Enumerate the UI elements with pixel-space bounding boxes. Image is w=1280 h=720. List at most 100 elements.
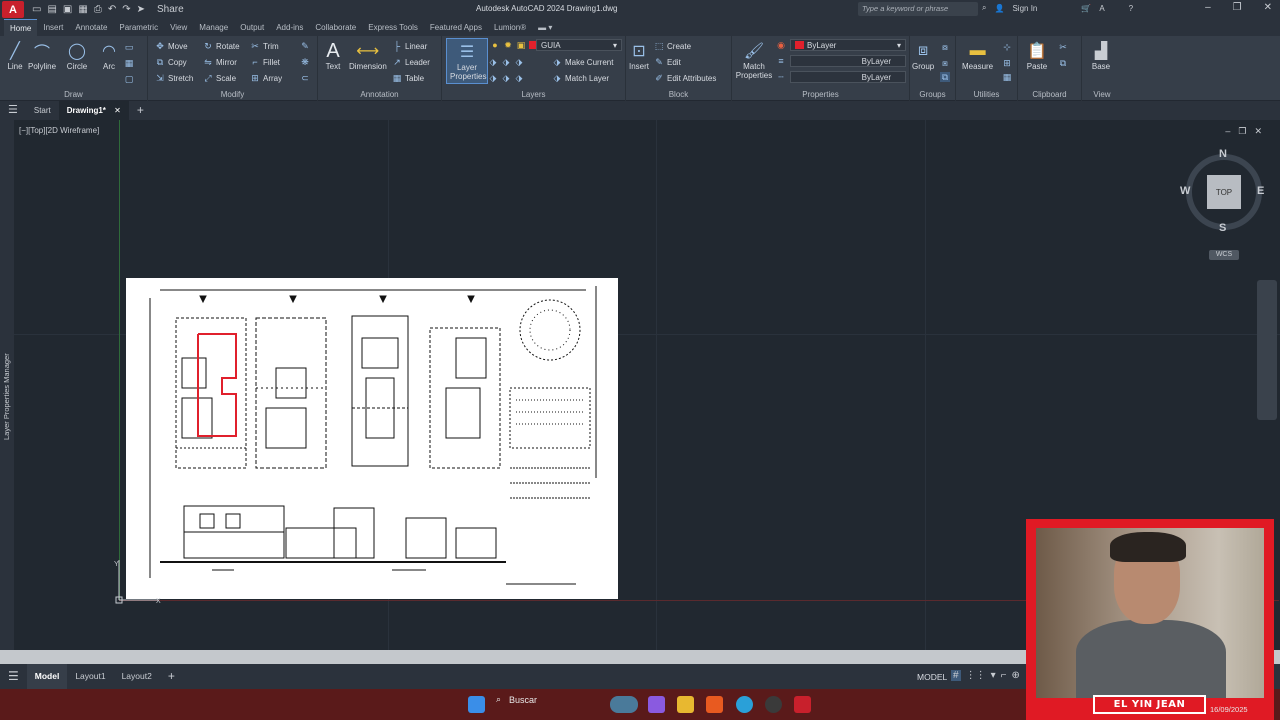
raster-image-floor-plans[interactable] [126,278,618,599]
match-layer-button[interactable]: ⬗ Match Layer [552,73,610,83]
restore-icon[interactable]: ❐ [1238,126,1246,137]
tab-annotate[interactable]: Annotate [69,19,113,36]
create-block-button[interactable]: ⬚ Create [654,41,691,51]
group-button[interactable]: ⧈ Group [912,40,934,71]
tab-output[interactable]: Output [234,19,270,36]
calculator-button[interactable]: ▦ [1002,72,1012,82]
close-tab-icon[interactable]: ✕ [114,106,121,115]
mirror-button[interactable]: ⇋ Mirror [203,57,237,67]
viewcube-east[interactable]: E [1257,185,1264,197]
edit-attributes-button[interactable]: ✐ Edit Attributes [654,73,716,83]
base-button[interactable]: ▟ Base [1090,40,1112,71]
color-dropdown[interactable]: ByLayer ▾ [790,39,906,51]
weather-widget-icon[interactable] [610,696,638,713]
close-icon[interactable]: ✕ [1254,126,1262,137]
clipboard-panel-label[interactable]: Clipboard [1018,90,1081,99]
layer-properties-button[interactable]: ☰ Layer Properties [446,38,488,84]
layers-panel-label[interactable]: Layers [442,90,625,99]
make-current-button[interactable]: ⬗ Make Current [552,57,614,67]
snap-toggle-icon[interactable]: ⋮⋮ [966,670,986,681]
save-as-icon[interactable]: ▦ [78,4,87,15]
tab-layout2[interactable]: Layout2 [114,664,160,689]
wcs-menu[interactable]: WCS [1209,250,1239,260]
layer-unisolate-icon[interactable]: ⬗ [488,73,498,83]
linear-button[interactable]: ├ Linear [392,41,427,51]
select-all-button[interactable]: ⊞ [1002,58,1012,68]
undo-icon[interactable]: ↶ [108,4,116,15]
help-search-input[interactable]: Type a keyword or phrase [858,2,978,16]
tab-manage[interactable]: Manage [193,19,234,36]
viewcube-west[interactable]: W [1180,185,1190,197]
lock-icon[interactable]: ▣ [516,40,526,50]
copilot-icon[interactable] [648,696,665,713]
polar-toggle-icon[interactable]: ⊕ [1011,670,1019,681]
quick-select-button[interactable]: ⊹ [1002,42,1012,52]
block-panel-label[interactable]: Block [626,90,731,99]
utilities-panel-label[interactable]: Utilities [956,90,1017,99]
maximize-icon[interactable]: ❐ [1233,2,1242,13]
brave-browser-icon[interactable] [706,696,723,713]
move-button[interactable]: ✥ Move [155,41,187,51]
tab-express-tools[interactable]: Express Tools [362,19,424,36]
tab-collaborate[interactable]: Collaborate [309,19,362,36]
hatch-button[interactable]: ▦ [124,58,134,68]
chrome-browser-icon[interactable] [765,696,782,713]
edge-browser-icon[interactable] [736,696,753,713]
tab-lumion[interactable]: Lumion® [488,19,532,36]
model-space-status[interactable]: MODEL [917,672,947,682]
ungroup-button[interactable]: ⧇ [940,42,950,52]
match-properties-button[interactable]: 🖌 Match Properties [734,40,774,80]
viewcube-north[interactable]: N [1219,148,1227,160]
draw-panel-label[interactable]: Draw [0,90,147,99]
rotate-button[interactable]: ↻ Rotate [203,41,239,51]
share-icon[interactable]: ➤ [137,4,145,15]
windows-start-icon[interactable] [468,696,485,713]
minimize-icon[interactable]: – [1225,126,1230,137]
measure-button[interactable]: ▬ Measure [962,40,993,71]
viewcube-south[interactable]: S [1219,222,1226,234]
dimension-button[interactable]: ⟷ Dimension [349,40,387,71]
open-icon[interactable]: ▤ [47,4,56,15]
modify-panel-label[interactable]: Modify [148,90,317,99]
group-select-button[interactable]: ⧉ [940,72,950,82]
layer-thaw-icon[interactable]: ⬗ [514,73,524,83]
paste-button[interactable]: 📋 Paste [1026,40,1048,71]
sign-in-button[interactable]: Sign In [1012,4,1037,13]
save-icon[interactable]: ▣ [63,4,72,15]
help-icon[interactable]: ? [1129,4,1133,13]
layer-isolate-icon[interactable]: ⬗ [488,57,498,67]
layer-off-icon[interactable]: ⬗ [501,57,511,67]
polyline-button[interactable]: ⌒ Polyline [28,40,56,71]
group-edit-button[interactable]: ⧆ [940,58,950,68]
tab-parametric[interactable]: Parametric [113,19,164,36]
edit-block-button[interactable]: ✎ Edit [654,57,681,67]
start-tab[interactable]: Start [26,101,59,120]
new-tab-icon[interactable]: + [129,101,152,120]
redo-icon[interactable]: ↷ [122,4,130,15]
navigation-bar[interactable] [1257,280,1277,420]
autocad-taskbar-icon[interactable] [794,696,811,713]
taskbar-search[interactable]: ⌕ Buscar [496,694,537,705]
close-icon[interactable]: ✕ [1264,2,1272,13]
layer-dropdown[interactable]: GUIA ▾ [536,39,622,51]
plot-icon[interactable]: ⎙ [94,4,102,15]
line-button[interactable]: ╱ Line [4,40,26,71]
snap-dropdown-icon[interactable]: ▾ [991,670,996,681]
erase-button[interactable]: ✎ [300,41,310,51]
boundary-button[interactable]: ▢ [124,74,134,84]
view-panel-label[interactable]: View [1082,90,1122,99]
table-button[interactable]: ▦ Table [392,73,424,83]
tab-insert[interactable]: Insert [37,19,69,36]
tab-featured-apps[interactable]: Featured Apps [424,19,488,36]
search-icon[interactable]: ⌕ [982,3,986,13]
linetype-dropdown[interactable]: ByLayer [790,71,906,83]
minimize-icon[interactable]: – [1205,2,1211,13]
text-button[interactable]: A Text [322,40,344,72]
tab-add-ins[interactable]: Add-ins [270,19,309,36]
sun-icon[interactable]: ✹ [503,40,513,50]
groups-panel-label[interactable]: Groups [910,90,955,99]
leader-button[interactable]: ↗ Leader [392,57,430,67]
viewcube-top-face[interactable]: TOP [1207,175,1241,209]
scale-button[interactable]: ⤢ Scale [203,73,236,83]
circle-button[interactable]: ◯ Circle [66,40,88,71]
